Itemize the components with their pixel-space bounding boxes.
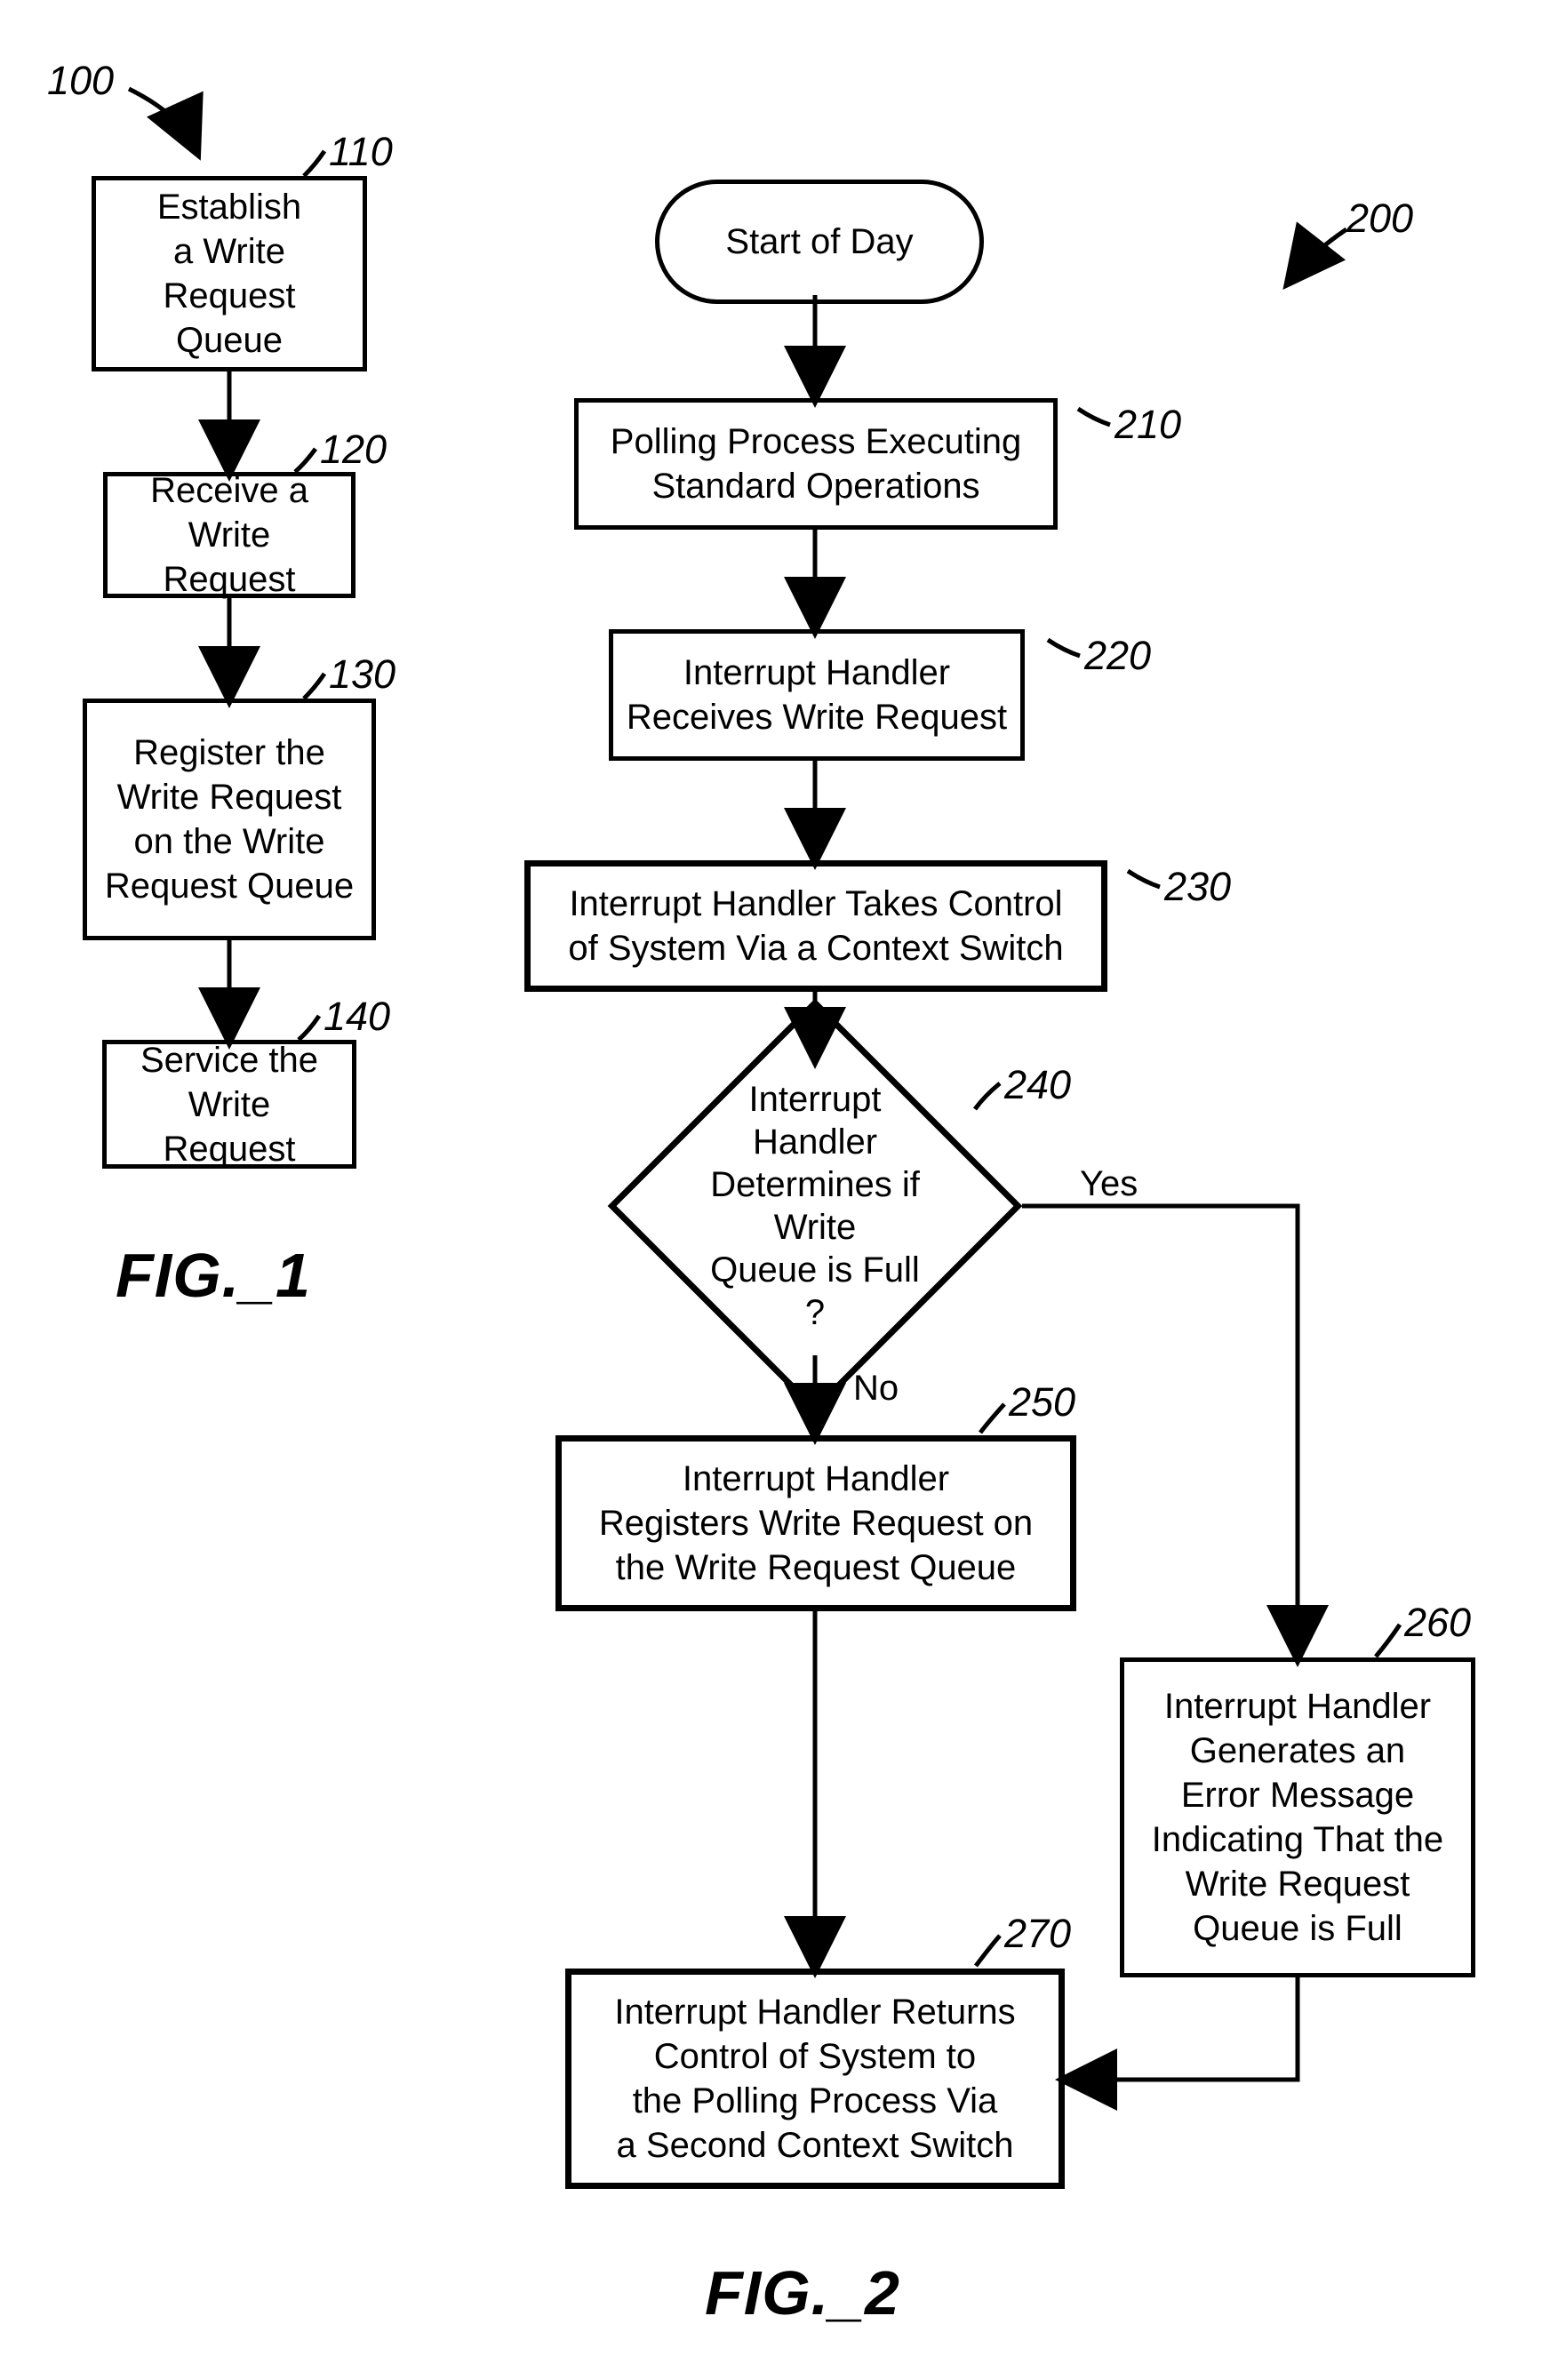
label-no: No bbox=[853, 1369, 899, 1409]
ref-210: 210 bbox=[1115, 402, 1181, 448]
fig2-step-270-text: Interrupt Handler ReturnsControl of Syst… bbox=[614, 1990, 1015, 2168]
ref-120: 120 bbox=[320, 427, 387, 473]
fig1-step-120-text: Receive aWrite Request bbox=[120, 468, 339, 602]
fig1-step-140: Service theWrite Request bbox=[102, 1040, 356, 1169]
ref-220: 220 bbox=[1084, 633, 1151, 679]
fig2-decision-240-text: Interrupt HandlerDetermines if WriteQueu… bbox=[668, 1059, 962, 1353]
fig2-step-270: Interrupt Handler ReturnsControl of Syst… bbox=[565, 1969, 1065, 2189]
fig1-step-130-text: Register theWrite Requeston the WriteReq… bbox=[105, 731, 354, 908]
ref-250: 250 bbox=[1009, 1379, 1075, 1426]
label-yes: Yes bbox=[1080, 1164, 1138, 1204]
fig2-step-250-text: Interrupt HandlerRegisters Write Request… bbox=[599, 1457, 1033, 1590]
fig2-decision-240: Interrupt HandlerDetermines if WriteQueu… bbox=[668, 1059, 962, 1353]
fig2-step-230-text: Interrupt Handler Takes Controlof System… bbox=[568, 882, 1063, 970]
fig1-step-120: Receive aWrite Request bbox=[103, 472, 356, 598]
ref-260: 260 bbox=[1404, 1600, 1471, 1646]
fig2-step-260-text: Interrupt HandlerGenerates anError Messa… bbox=[1152, 1684, 1443, 1951]
fig2-start: Start of Day bbox=[655, 180, 984, 304]
page: 100 Establisha WriteRequest Queue 110 Re… bbox=[0, 0, 1558, 2380]
ref-270: 270 bbox=[1004, 1911, 1071, 1957]
fig1-step-110: Establisha WriteRequest Queue bbox=[92, 176, 367, 371]
fig2-step-260: Interrupt HandlerGenerates anError Messa… bbox=[1120, 1657, 1475, 1977]
fig2-start-text: Start of Day bbox=[725, 222, 913, 262]
ref-100: 100 bbox=[47, 58, 114, 104]
ref-230: 230 bbox=[1164, 864, 1231, 910]
fig2-step-220: Interrupt HandlerReceives Write Request bbox=[609, 629, 1025, 761]
fig2-step-250: Interrupt HandlerRegisters Write Request… bbox=[555, 1435, 1076, 1611]
ref-130: 130 bbox=[329, 651, 395, 698]
fig1-step-140-text: Service theWrite Request bbox=[119, 1038, 340, 1171]
fig2-step-230: Interrupt Handler Takes Controlof System… bbox=[524, 860, 1107, 992]
fig2-step-210: Polling Process ExecutingStandard Operat… bbox=[574, 398, 1058, 530]
fig1-caption: FIG._1 bbox=[116, 1240, 311, 1311]
fig1-step-110-text: Establisha WriteRequest Queue bbox=[108, 185, 350, 363]
fig2-step-220-text: Interrupt HandlerReceives Write Request bbox=[627, 651, 1007, 739]
ref-140: 140 bbox=[324, 994, 390, 1040]
ref-200: 200 bbox=[1346, 196, 1413, 242]
fig2-caption: FIG._2 bbox=[705, 2257, 900, 2328]
ref-110: 110 bbox=[329, 129, 393, 175]
fig1-step-130: Register theWrite Requeston the WriteReq… bbox=[83, 699, 376, 940]
ref-240: 240 bbox=[1004, 1062, 1071, 1108]
fig2-step-210-text: Polling Process ExecutingStandard Operat… bbox=[611, 419, 1021, 508]
